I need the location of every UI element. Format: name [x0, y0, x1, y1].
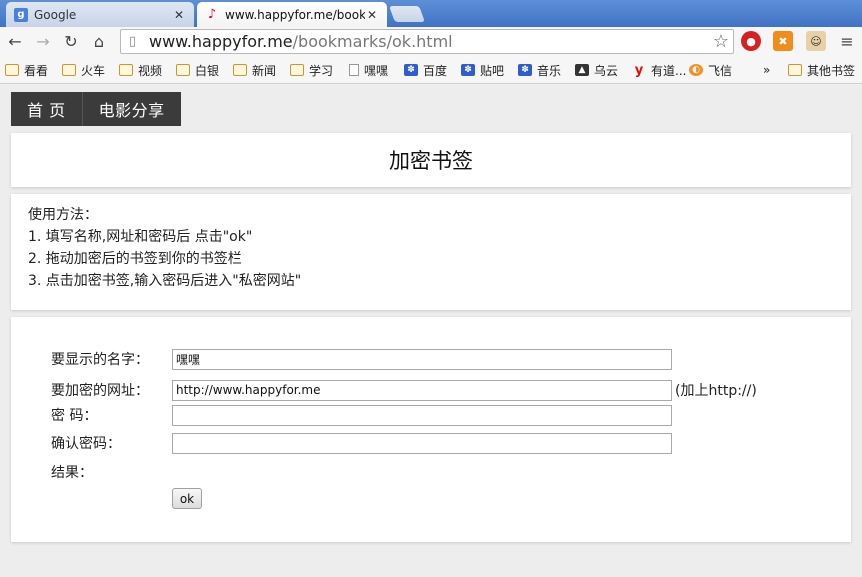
avatar-icon[interactable]: ☺ — [806, 31, 826, 51]
name-label: 要显示的名字： — [51, 352, 149, 368]
result-label: 结果： — [51, 465, 93, 481]
happyfor-icon: ♪ — [207, 7, 217, 22]
address-bar[interactable]: ▯ www.happyfor.me/bookmarks/ok.html ☆ — [120, 29, 734, 54]
bookmark-link[interactable]: 嘿嘿 — [349, 61, 388, 79]
bookmark-form: 要显示的名字： 要加密的网址： (加上http://) 密 码： 确认密码： 结… — [11, 317, 851, 542]
page-title: 加密书签 — [389, 149, 473, 173]
tab-title: Google — [34, 7, 77, 22]
bookmark-folder[interactable]: 学习 — [290, 61, 333, 79]
name-input[interactable] — [172, 348, 672, 370]
wooyun-icon: ▲ — [575, 64, 589, 76]
new-tab-button[interactable] — [389, 6, 425, 22]
page-icon: ▯ — [129, 34, 137, 49]
url-row: 要加密的网址： (加上http://) — [51, 379, 757, 401]
close-icon[interactable]: ✕ — [172, 8, 186, 22]
bookmarks-bar: 看看 火车 视频 白银 新闻 学习 嘿嘿 ✽ 百度 ✽ 贴吧 ✽ 音乐 ▲ 乌云 y 有道… — [0, 56, 862, 84]
bookmark-link[interactable]: y 有道... — [632, 61, 687, 79]
youdao-icon: y — [634, 62, 644, 78]
nav-home[interactable]: 首 页 — [11, 92, 83, 126]
bookmark-folder[interactable]: 新闻 — [233, 61, 276, 79]
bookmark-link[interactable]: ✽ 百度 — [404, 61, 447, 79]
password-row: 密 码： — [51, 404, 672, 426]
folder-icon — [5, 64, 19, 76]
adblock-icon[interactable]: ● — [741, 31, 761, 51]
usage-step: 3. 点击加密书签,输入密码后进入"私密网站" — [28, 273, 302, 289]
name-row: 要显示的名字： — [51, 348, 672, 370]
bookmark-folder[interactable]: 白银 — [176, 61, 219, 79]
browser-toolbar: ← → ↻ ⌂ ▯ www.happyfor.me/bookmarks/ok.h… — [0, 27, 862, 56]
tab-title: www.happyfor.me/book — [225, 7, 365, 22]
confirm-row: 确认密码： — [51, 432, 672, 454]
folder-icon — [233, 64, 247, 76]
url-path: /bookmarks/ok.html — [292, 32, 453, 51]
result-row: 结果： — [51, 461, 172, 483]
url-hint: (加上http://) — [675, 383, 757, 399]
confirm-label: 确认密码： — [51, 436, 121, 452]
usage-card: 使用方法： 1. 填写名称,网址和密码后 点击"ok" 2. 拖动加密后的书签到… — [11, 194, 851, 310]
password-input[interactable] — [172, 404, 672, 426]
bookmark-folder[interactable]: 视频 — [119, 61, 162, 79]
site-nav: 首 页 电影分享 — [11, 92, 181, 126]
tab-happyfor[interactable]: ♪ www.happyfor.me/book ✕ — [197, 2, 387, 27]
bookmark-star-icon[interactable]: ☆ — [713, 31, 729, 52]
ok-button[interactable]: ok — [172, 488, 202, 509]
bookmark-link[interactable]: ✽ 音乐 — [518, 61, 561, 79]
fetion-icon: ◐ — [689, 64, 703, 76]
folder-icon — [62, 64, 76, 76]
confirm-password-input[interactable] — [172, 432, 672, 454]
folder-icon — [176, 64, 190, 76]
usage-step: 2. 拖动加密后的书签到你的书签栏 — [28, 251, 242, 267]
title-card: 加密书签 — [11, 133, 851, 187]
page-content: 首 页 电影分享 加密书签 使用方法： 1. 填写名称,网址和密码后 点击"ok… — [0, 85, 862, 577]
nav-movie-share[interactable]: 电影分享 — [83, 92, 181, 126]
bookmark-folder[interactable]: 看看 — [5, 61, 48, 79]
other-bookmarks-folder[interactable]: 其他书签 — [788, 61, 855, 79]
forward-icon[interactable]: → — [32, 30, 54, 52]
url-input[interactable] — [172, 379, 672, 401]
folder-icon — [788, 64, 802, 76]
url-host: www.happyfor.me — [149, 32, 293, 51]
tab-google[interactable]: g Google ✕ — [6, 2, 194, 27]
bookmark-link[interactable]: ◐ 飞信 — [689, 61, 732, 79]
bookmark-folder[interactable]: 火车 — [62, 61, 105, 79]
extension-icon[interactable]: ✖ — [773, 31, 793, 51]
close-icon[interactable]: ✕ — [365, 8, 379, 22]
menu-icon[interactable]: ≡ — [836, 30, 858, 52]
folder-icon — [290, 64, 304, 76]
baidu-paw-icon: ✽ — [518, 64, 532, 76]
baidu-paw-icon: ✽ — [404, 64, 418, 76]
baidu-paw-icon: ✽ — [461, 64, 475, 76]
usage-step: 1. 填写名称,网址和密码后 点击"ok" — [28, 229, 253, 245]
tab-strip: g Google ✕ ♪ www.happyfor.me/book ✕ — [0, 0, 862, 27]
reload-icon[interactable]: ↻ — [60, 30, 82, 52]
url-label: 要加密的网址： — [51, 383, 149, 399]
folder-icon — [119, 64, 133, 76]
google-favicon-icon: g — [14, 7, 28, 22]
bookmarks-overflow-button[interactable]: » — [763, 61, 770, 79]
password-label: 密 码： — [51, 408, 98, 424]
bookmark-link[interactable]: ✽ 贴吧 — [461, 61, 504, 79]
page-icon — [349, 64, 359, 76]
home-icon[interactable]: ⌂ — [88, 30, 110, 52]
bookmark-link[interactable]: ▲ 乌云 — [575, 61, 618, 79]
back-icon[interactable]: ← — [4, 30, 26, 52]
usage-heading: 使用方法： — [28, 207, 98, 223]
